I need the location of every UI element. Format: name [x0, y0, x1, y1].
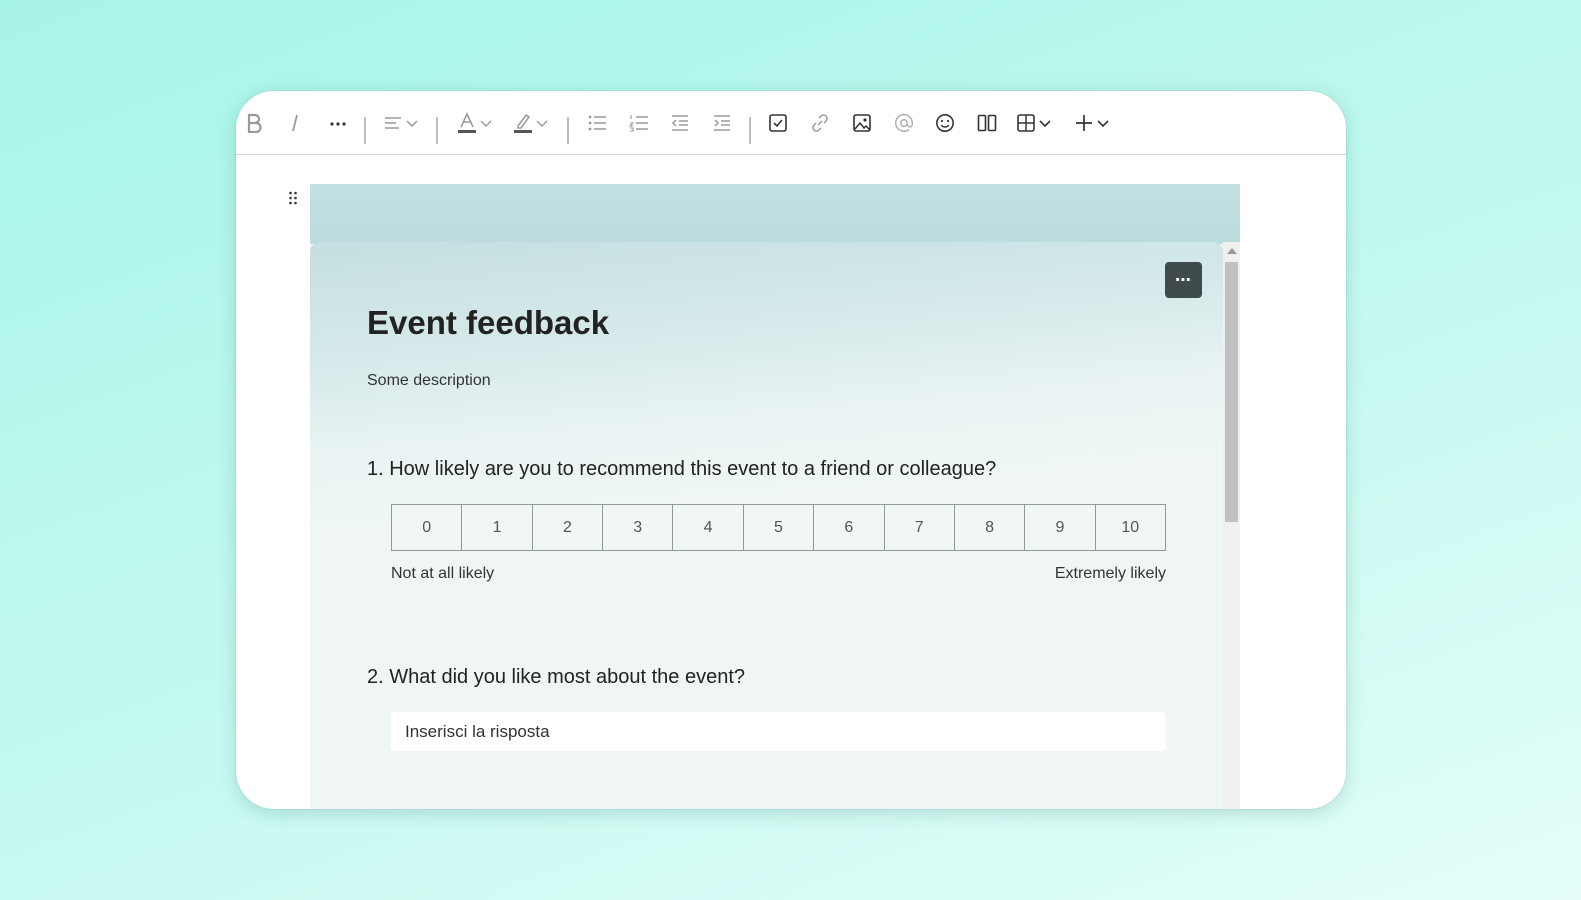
link-button[interactable] [810, 112, 830, 134]
bold-button[interactable] [246, 112, 262, 134]
columns-button[interactable] [977, 112, 997, 134]
scrollbar-thumb[interactable] [1225, 262, 1238, 522]
rating-option-10[interactable]: 10 [1096, 505, 1165, 550]
increase-indent-button[interactable] [712, 112, 732, 134]
rating-option-3[interactable]: 3 [603, 505, 674, 550]
scroll-up-arrow-icon[interactable] [1227, 248, 1237, 254]
mention-button[interactable] [894, 112, 914, 134]
more-formatting-button[interactable] [329, 112, 347, 134]
decrease-indent-button[interactable] [670, 112, 690, 134]
rating-option-9[interactable]: 9 [1025, 505, 1096, 550]
drag-handle-icon[interactable] [288, 191, 298, 210]
toolbar-separator [436, 117, 438, 144]
table-button[interactable] [1016, 112, 1051, 134]
form-body: ⋯ Event feedback Some description 1. How… [310, 242, 1223, 809]
insert-button[interactable] [1074, 112, 1109, 134]
ellipsis-icon [329, 113, 347, 133]
align-left-icon [383, 113, 403, 133]
rating-option-0[interactable]: 0 [392, 505, 463, 550]
outdent-icon [670, 113, 690, 133]
numbered-list-button[interactable] [629, 112, 649, 134]
form-more-options-button[interactable]: ⋯ [1165, 262, 1202, 298]
answer-input[interactable] [391, 712, 1166, 751]
chevron-down-icon [536, 118, 548, 128]
rating-option-8[interactable]: 8 [955, 505, 1026, 550]
bullet-list-button[interactable] [587, 112, 607, 134]
chevron-down-icon [406, 118, 418, 128]
toolbar-separator [567, 117, 569, 144]
form-description: Some description [367, 372, 491, 389]
rating-option-6[interactable]: 6 [814, 505, 885, 550]
question-1-text: 1. How likely are you to recommend this … [367, 458, 997, 480]
rating-option-1[interactable]: 1 [462, 505, 533, 550]
scale-high-label: Extremely likely [1054, 565, 1166, 582]
italic-icon [288, 113, 302, 133]
bold-icon [246, 113, 262, 133]
bullet-list-icon [587, 113, 607, 133]
emoji-icon [935, 113, 955, 133]
nps-rating-scale: 0 1 2 3 4 5 6 7 8 9 10 [391, 504, 1166, 551]
highlighter-icon [513, 112, 533, 134]
rating-option-4[interactable]: 4 [673, 505, 744, 550]
formatting-toolbar [236, 91, 1346, 155]
at-icon [894, 113, 914, 133]
rating-option-7[interactable]: 7 [885, 505, 955, 550]
numbered-list-icon [629, 113, 649, 133]
form-embed-card: ⋯ Event feedback Some description 1. How… [310, 184, 1240, 809]
chevron-down-icon [1039, 118, 1051, 128]
vertical-scrollbar[interactable] [1223, 242, 1240, 809]
toolbar-separator [364, 117, 366, 144]
rating-option-2[interactable]: 2 [533, 505, 604, 550]
scale-low-label: Not at all likely [391, 565, 495, 582]
checklist-button[interactable] [768, 112, 788, 134]
chevron-down-icon [480, 118, 492, 128]
link-icon [810, 113, 830, 133]
italic-button[interactable] [288, 112, 302, 134]
checkbox-icon [768, 113, 788, 133]
toolbar-separator [749, 117, 751, 144]
highlight-button[interactable] [513, 112, 548, 134]
table-icon [1016, 113, 1036, 133]
font-color-icon [457, 112, 477, 134]
image-icon [852, 113, 872, 133]
image-button[interactable] [852, 112, 872, 134]
emoji-button[interactable] [935, 112, 955, 134]
columns-icon [977, 113, 997, 133]
plus-icon [1074, 113, 1094, 133]
question-2-text: 2. What did you like most about the even… [367, 666, 745, 688]
rating-option-5[interactable]: 5 [744, 505, 815, 550]
indent-icon [712, 113, 732, 133]
font-color-button[interactable] [457, 112, 492, 134]
form-header-banner [310, 184, 1240, 244]
align-button[interactable] [383, 112, 418, 134]
editor-window: ⋯ Event feedback Some description 1. How… [236, 91, 1346, 809]
form-title: Event feedback [367, 304, 610, 341]
chevron-down-icon [1097, 118, 1109, 128]
